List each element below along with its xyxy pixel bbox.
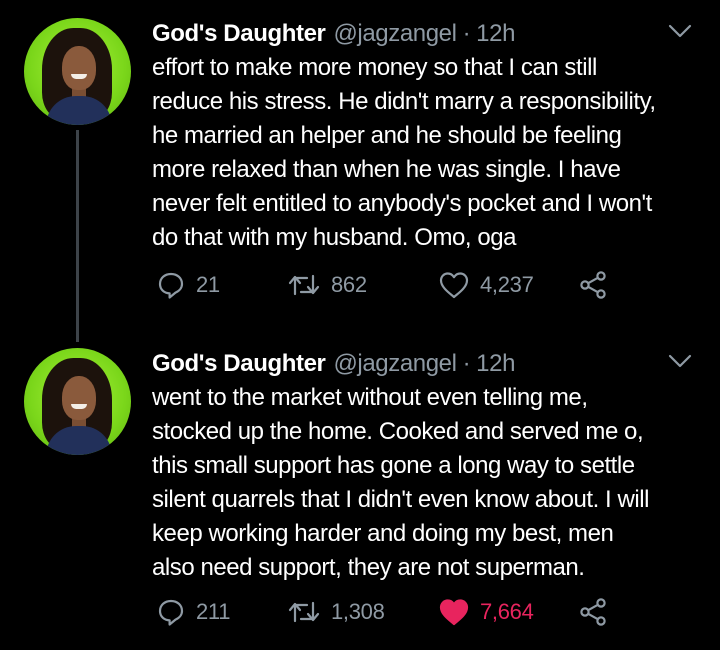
retweet-icon — [288, 601, 320, 623]
tweet[interactable]: God's Daughter @jagzangel · 12h effort t… — [0, 0, 720, 330]
like-button[interactable]: 7,664 — [438, 592, 534, 632]
chevron-down-icon[interactable] — [667, 22, 693, 40]
heart-icon — [439, 272, 469, 299]
avatar[interactable] — [24, 348, 131, 455]
share-icon — [580, 271, 606, 299]
tweet-text-line: do that with my husband. Omo, oga — [152, 224, 517, 251]
tweet-actions: 211 1,308 7,664 — [152, 592, 692, 632]
display-name[interactable]: God's Daughter — [152, 350, 326, 378]
separator-dot: · — [462, 350, 471, 377]
reply-count: 211 — [196, 599, 231, 624]
tweet-text-line: more relaxed than when he was single. I … — [152, 156, 621, 183]
tweet-header: God's Daughter @jagzangel · 12h — [152, 17, 515, 51]
user-handle[interactable]: @jagzangel — [333, 350, 457, 378]
tweet-text-line: stocked up the home. Cooked and served m… — [152, 418, 644, 445]
user-handle[interactable]: @jagzangel — [333, 20, 457, 48]
chevron-down-icon[interactable] — [667, 352, 693, 370]
timestamp[interactable]: 12h — [476, 20, 515, 48]
tweet-header: God's Daughter @jagzangel · 12h — [152, 347, 515, 381]
reply-icon — [158, 599, 184, 626]
reply-icon — [158, 272, 184, 299]
tweet-text-line: never felt entitled to anybody's pocket … — [152, 190, 652, 217]
heart-icon — [439, 599, 469, 626]
share-icon — [580, 598, 606, 626]
retweet-icon — [288, 274, 320, 296]
timestamp[interactable]: 12h — [476, 350, 515, 378]
retweet-count: 862 — [331, 272, 367, 297]
tweet-text-line: this small support has gone a long way t… — [152, 452, 635, 479]
retweet-count: 1,308 — [331, 599, 385, 624]
separator-dot: · — [462, 20, 471, 47]
tweet-text-line: also need support, they are not superman… — [152, 554, 585, 581]
share-button[interactable] — [578, 265, 608, 305]
like-count: 7,664 — [480, 599, 534, 624]
tweet-text-line: effort to make more money so that I can … — [152, 54, 597, 81]
like-button[interactable]: 4,237 — [438, 265, 534, 305]
tweet-actions: 21 862 4,237 — [152, 265, 692, 305]
tweet-text-line: he married an helper and he should be fe… — [152, 122, 622, 149]
tweet-text-line: reduce his stress. He didn't marry a res… — [152, 88, 656, 115]
avatar[interactable] — [24, 18, 131, 125]
display-name[interactable]: God's Daughter — [152, 20, 326, 48]
tweet[interactable]: God's Daughter @jagzangel · 12h went to … — [0, 330, 720, 650]
share-button[interactable] — [578, 592, 608, 632]
tweet-text: went to the market without even telling … — [152, 381, 712, 585]
tweet-text: effort to make more money so that I can … — [152, 51, 712, 255]
tweet-text-line: silent quarrels that I didn't even know … — [152, 486, 650, 513]
reply-count: 21 — [196, 272, 220, 297]
retweet-button[interactable]: 862 — [287, 265, 367, 305]
retweet-button[interactable]: 1,308 — [287, 592, 385, 632]
reply-button[interactable]: 211 — [156, 592, 230, 632]
reply-button[interactable]: 21 — [156, 265, 220, 305]
like-count: 4,237 — [480, 272, 534, 297]
tweet-text-line: keep working harder and doing my best, m… — [152, 520, 614, 547]
tweet-text-line: went to the market without even telling … — [152, 384, 588, 411]
